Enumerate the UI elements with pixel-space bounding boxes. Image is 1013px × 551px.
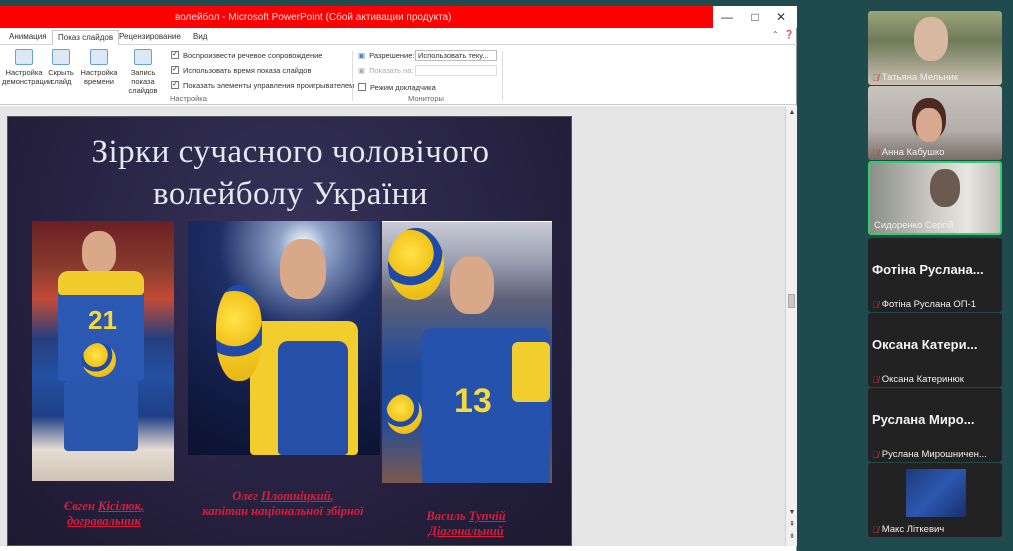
title-bar: волейбол - Microsoft PowerPoint (Сбой ак… <box>0 6 797 28</box>
jersey-number: 21 <box>88 305 117 335</box>
mic-muted-icon: 🎙̸ <box>872 449 879 460</box>
volleyball <box>388 228 444 300</box>
record-slideshow-button[interactable]: Запись показа слайдов <box>118 49 168 95</box>
player-caption-2: Олег Плотніцкий, капітан національної зб… <box>202 489 364 518</box>
ribbon-tabs: Анимация Показ слайдов Рецензирование Ви… <box>0 28 797 45</box>
next-slide-icon[interactable]: ⇟ <box>787 532 797 541</box>
setup-slideshow-button[interactable]: Настройка демонстрации <box>2 49 52 86</box>
group-label-monitors: Мониторы <box>408 94 444 103</box>
resolution-label: ▣ Разрешение: <box>358 50 415 60</box>
participant-display-name: Руслана Миро... <box>872 412 975 427</box>
slide-title: Зірки сучасного чоловічого волейболу Укр… <box>91 134 490 212</box>
group-divider <box>352 51 353 101</box>
resolution-select[interactable]: Использовать теку... <box>415 50 497 61</box>
participant-tile[interactable]: 🎙̸ Макс Літкевич <box>868 463 1002 537</box>
tab-slide-show[interactable]: Показ слайдов <box>52 30 120 45</box>
player-photo-3: 13 <box>382 221 552 483</box>
monitor-icon: ▣ <box>358 65 366 75</box>
mic-muted-icon: 🎙̸ <box>872 299 879 310</box>
player-photo-1: 21 <box>32 221 174 481</box>
player-head <box>82 231 116 273</box>
group-divider <box>502 51 503 101</box>
window-title: волейбол - Microsoft PowerPoint (Сбой ак… <box>0 6 713 28</box>
participant-tile[interactable]: 🎙̸ Татьяна Мельник <box>868 11 1002 85</box>
group-label-setup: Настройка <box>170 94 207 103</box>
participant-tile[interactable]: Руслана Миро... 🎙̸ Руслана Мирошничен... <box>868 388 1002 462</box>
mic-muted-icon: 🎙̸ <box>872 374 879 385</box>
player-head <box>450 256 494 314</box>
setup-slideshow-icon <box>15 49 33 65</box>
mic-muted-icon: 🎙̸ <box>872 72 879 83</box>
checkbox-check-icon: ✓ <box>171 51 179 59</box>
scroll-up-icon[interactable]: ▲ <box>787 108 797 117</box>
record-slideshow-icon <box>134 49 152 65</box>
use-timings-checkbox[interactable]: ✓ Использовать время показа слайдов <box>171 64 311 76</box>
help-icon[interactable]: ❓ <box>784 30 794 39</box>
collapse-ribbon-icon[interactable]: ⌃ <box>772 30 779 39</box>
monitor-icon: ▣ <box>358 50 366 60</box>
volleyball <box>386 394 422 434</box>
rehearse-timings-icon <box>90 49 108 65</box>
player-caption-1: Євген Кісілюк, догравальник <box>63 499 144 528</box>
vertical-scrollbar[interactable]: ▲ ▼ ⇞ ⇟ <box>785 106 797 546</box>
show-on-label: ▣ Показать на: <box>358 65 414 75</box>
play-narrations-checkbox[interactable]: ✓ Воспроизвести речевое сопровождение <box>171 49 322 61</box>
player-caption-3: Василь Тупчій Діагональний <box>426 509 506 538</box>
maximize-button[interactable]: □ <box>741 6 769 28</box>
jersey-number: 13 <box>454 382 492 420</box>
close-button[interactable]: ✕ <box>767 6 795 28</box>
mic-muted-icon: 🎙̸ <box>872 147 879 158</box>
tab-review[interactable]: Рецензирование <box>114 30 186 45</box>
scroll-down-icon[interactable]: ▼ <box>787 508 797 517</box>
hide-slide-icon <box>52 49 70 65</box>
participant-avatar <box>906 469 966 517</box>
hide-slide-button[interactable]: Скрыть слайд <box>48 49 74 86</box>
slide[interactable]: Зірки сучасного чоловічого волейболу Укр… <box>7 116 572 546</box>
checkbox-unchecked-icon <box>358 83 366 91</box>
checkbox-check-icon: ✓ <box>171 81 179 89</box>
participant-tile[interactable]: Оксана Катери... 🎙̸ Оксана Катеринюк <box>868 313 1002 387</box>
tab-animation[interactable]: Анимация <box>4 30 52 45</box>
player-head <box>280 239 326 299</box>
show-on-select[interactable] <box>415 65 497 76</box>
volleyball <box>216 285 262 381</box>
show-media-controls-checkbox[interactable]: ✓ Показать элементы управления проигрыва… <box>171 79 354 91</box>
participant-tile[interactable]: Фотіна Руслана... 🎙̸ Фотіна Руслана ОП-1 <box>868 238 1002 312</box>
checkbox-check-icon: ✓ <box>171 66 179 74</box>
jersey-yoke <box>58 271 144 295</box>
shorts <box>64 381 138 451</box>
mic-muted-icon: 🎙̸ <box>872 524 879 535</box>
participant-display-name: Оксана Катери... <box>872 337 978 352</box>
minimize-button[interactable]: — <box>713 6 741 28</box>
volleyball <box>82 343 116 377</box>
presenter-view-checkbox[interactable]: Режим докладчика <box>358 81 436 93</box>
jersey-sleeve <box>512 342 550 402</box>
participant-tile-active[interactable]: Сидоренко Сергій <box>868 161 1002 235</box>
participant-display-name: Фотіна Руслана... <box>872 262 984 277</box>
player-photo-2 <box>188 221 380 455</box>
participant-tile[interactable]: 🎙̸ Анна Кабушко <box>868 86 1002 160</box>
prev-slide-icon[interactable]: ⇞ <box>787 520 797 529</box>
jersey-panel <box>278 341 348 455</box>
ribbon: Настройка демонстрации Скрыть слайд Наст… <box>0 45 797 105</box>
scroll-thumb[interactable] <box>788 294 795 308</box>
rehearse-timings-button[interactable]: Настройка времени <box>80 49 118 86</box>
tab-view[interactable]: Вид <box>188 30 212 45</box>
